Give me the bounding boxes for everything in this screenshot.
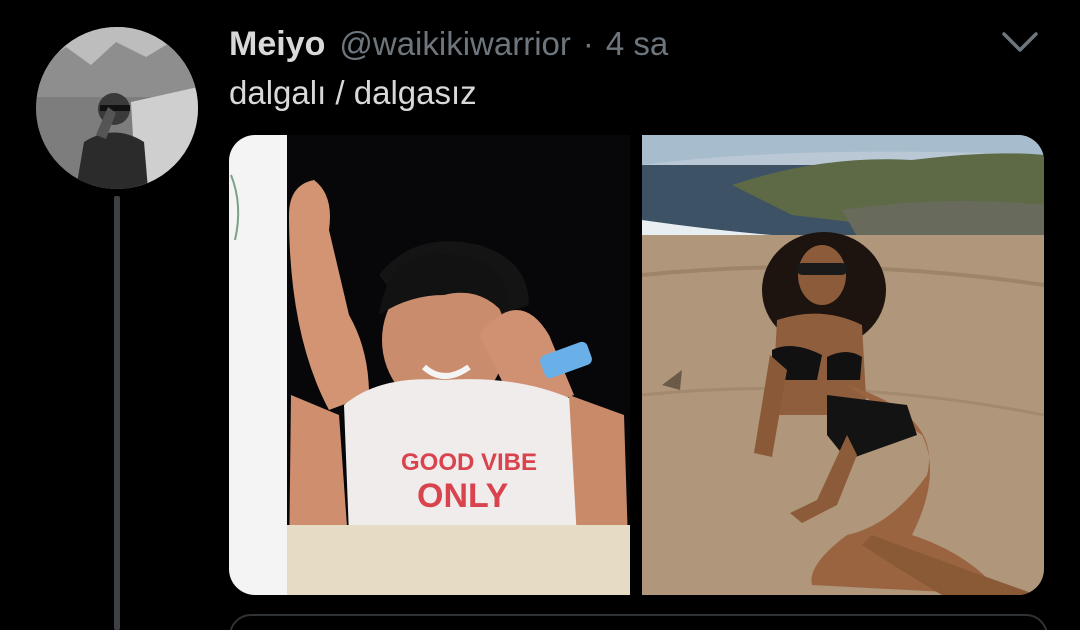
display-name[interactable]: Meiyo [229, 25, 325, 64]
quoted-card-edge[interactable] [229, 614, 1048, 630]
thread-line [114, 196, 120, 630]
media-grid: GOOD VIBE ONLY [229, 135, 1044, 595]
avatar[interactable] [36, 27, 198, 189]
chevron-down-icon[interactable] [998, 26, 1042, 58]
svg-text:ONLY: ONLY [417, 477, 509, 515]
timestamp[interactable]: 4 sa [606, 25, 668, 63]
tweet[interactable]: Meiyo @waikikiwarrior · 4 sa dalgalı / d… [0, 0, 1080, 630]
svg-text:GOOD VIBE: GOOD VIBE [401, 449, 537, 476]
photo-right[interactable] [642, 135, 1044, 595]
photo-left[interactable]: GOOD VIBE ONLY [229, 135, 630, 595]
tweet-text: dalgalı / dalgasız [229, 74, 477, 111]
tweet-header: Meiyo @waikikiwarrior · 4 sa [229, 22, 668, 66]
avatar-image [36, 27, 198, 189]
user-handle[interactable]: @waikikiwarrior [339, 25, 571, 63]
separator-dot: · [582, 25, 594, 62]
